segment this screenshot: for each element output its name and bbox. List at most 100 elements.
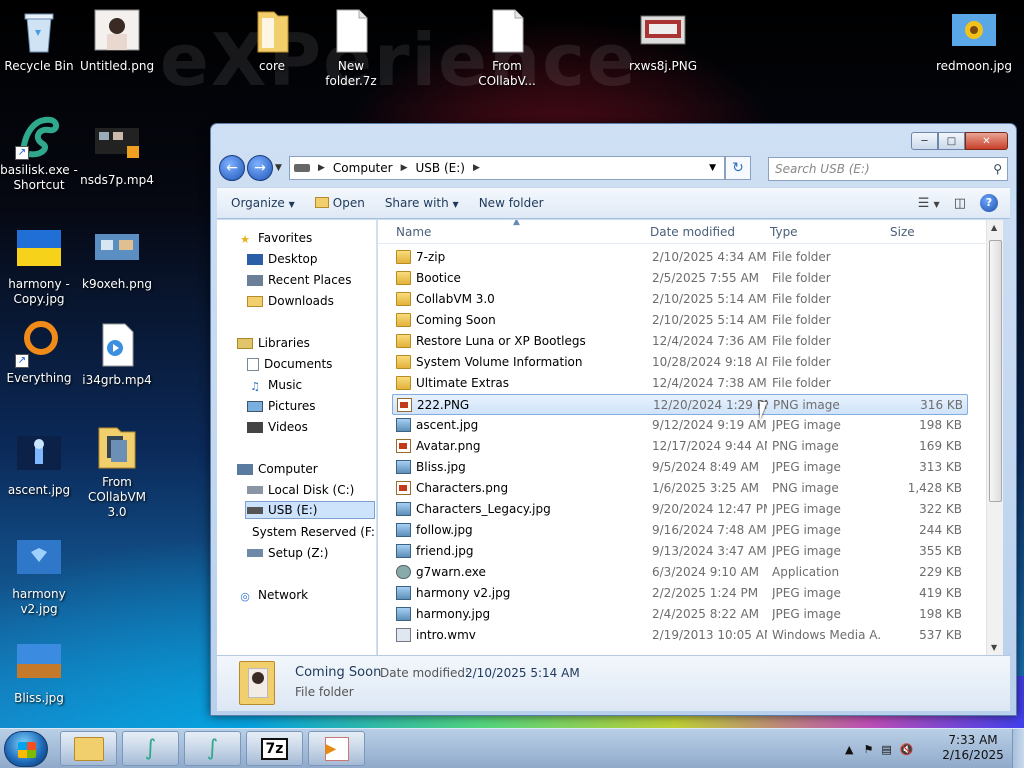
column-header-size[interactable]: Size [890, 225, 915, 239]
search-input[interactable]: Search USB (E:) ⚲ [768, 157, 1008, 181]
forward-button[interactable]: → [247, 155, 273, 181]
file-row[interactable]: Characters_Legacy.jpg 9/20/2024 12:47 PM J… [392, 499, 968, 520]
nav-recent-places[interactable]: Recent Places [247, 271, 351, 289]
chevron-right-icon[interactable]: ▶ [473, 163, 480, 173]
preview-pane-button[interactable]: ◫ [954, 196, 966, 211]
file-row[interactable]: follow.jpg 9/16/2024 7:48 AM JPEG image 244… [392, 520, 968, 541]
desktop-icon-redmoon[interactable]: redmoon.jpg [935, 8, 1013, 74]
desktop-icon-rxws8j[interactable]: rxws8j.PNG [624, 8, 702, 74]
taskbar-explorer[interactable] [60, 731, 117, 766]
nav-local-disk[interactable]: Local Disk (C:) [247, 481, 354, 499]
desktop-icon-core[interactable]: core [233, 8, 311, 74]
nav-setup[interactable]: Setup (Z:) [247, 544, 328, 562]
file-row[interactable]: System Volume Information 10/28/2024 9:18… [392, 352, 968, 373]
desktop-icon-from-collabvm[interactable]: From COllabVM 3.0 [78, 424, 156, 520]
desktop-icon-new-folder-7z[interactable]: New folder.7z [312, 8, 390, 89]
back-button[interactable]: ← [219, 155, 245, 181]
column-header-name[interactable]: Name [396, 225, 431, 239]
nav-desktop[interactable]: Desktop [247, 250, 318, 268]
nav-videos[interactable]: Videos [247, 418, 308, 436]
open-button[interactable]: Open [314, 196, 365, 210]
nav-computer[interactable]: Computer [237, 460, 318, 478]
taskbar-7zip[interactable]: 7z [246, 731, 303, 766]
file-row[interactable]: Coming Soon 2/10/2025 5:14 AM File folder [392, 310, 968, 331]
explorer-window[interactable]: ─ □ ✕ ← → ▼ ▶ Computer ▶ USB (E:) ▶ ▼ ↻ … [210, 123, 1017, 716]
share-with-button[interactable]: Share with ▼ [385, 196, 459, 210]
recent-pages-dropdown[interactable]: ▼ [275, 163, 285, 173]
file-row[interactable]: 222.PNG 12/20/2024 1:29 PM PNG image 316 KB [392, 394, 968, 415]
column-header-type[interactable]: Type [770, 225, 798, 239]
file-name: 222.PNG [417, 398, 470, 412]
file-row[interactable]: harmony.jpg 2/4/2025 8:22 AM JPEG image 198… [392, 604, 968, 625]
desktop-icon-bliss[interactable]: Bliss.jpg [0, 640, 78, 706]
image-file-icon [15, 536, 63, 584]
desktop-icon-everything[interactable]: ↗ Everything [0, 320, 78, 386]
desktop-icon-k9oxeh[interactable]: k9oxeh.png [78, 226, 156, 292]
breadcrumb[interactable]: ▶ Computer ▶ USB (E:) ▶ ▼ [289, 156, 725, 180]
nav-favorites[interactable]: ★ Favorites [237, 229, 312, 247]
chevron-right-icon[interactable]: ▶ [318, 163, 325, 173]
breadcrumb-computer[interactable]: Computer [333, 161, 393, 175]
start-button[interactable] [4, 731, 48, 767]
network-status-icon[interactable]: ▤ [881, 743, 891, 756]
taskbar-media-player[interactable]: ▶ [308, 731, 365, 766]
desktop-icon-basilisk[interactable]: ↗ basilisk.exe - Shortcut [0, 112, 78, 193]
file-row[interactable]: intro.wmv 2/19/2013 10:05 AM Windows Media… [392, 625, 968, 646]
file-list[interactable]: ▲ Name Date modified Type Size 7-zip 2/10… [378, 220, 986, 655]
nav-downloads[interactable]: Downloads [247, 292, 334, 310]
desktop-icon-harmony-v2[interactable]: harmony v2.jpg [0, 536, 78, 617]
breadcrumb-usb[interactable]: USB (E:) [416, 161, 465, 175]
maximize-button[interactable]: □ [938, 132, 965, 150]
desktop-icon-untitled[interactable]: Untitled.png [78, 8, 156, 74]
nav-documents[interactable]: Documents [247, 355, 332, 373]
nav-system-reserved[interactable]: System Reserved (F:) [247, 523, 375, 541]
scroll-down-icon[interactable]: ▼ [991, 643, 997, 652]
file-row[interactable]: Characters.png 1/6/2025 3:25 AM PNG image 1… [392, 478, 968, 499]
desktop-icon-ascent[interactable]: ascent.jpg [0, 432, 78, 498]
file-row[interactable]: harmony v2.jpg 2/2/2025 1:24 PM JPEG image… [392, 583, 968, 604]
file-row[interactable]: g7warn.exe 6/3/2024 9:10 AM Application 229… [392, 562, 968, 583]
chevron-right-icon[interactable]: ▶ [401, 163, 408, 173]
file-row[interactable]: friend.jpg 9/13/2024 3:47 AM JPEG image 355… [392, 541, 968, 562]
file-row[interactable]: Bliss.jpg 9/5/2024 8:49 AM JPEG image 313 K… [392, 457, 968, 478]
desktop-icon-label: k9oxeh.png [82, 277, 152, 291]
taskbar-basilisk-1[interactable]: ∫ [122, 731, 179, 766]
refresh-button[interactable]: ↻ [725, 156, 751, 180]
address-dropdown-icon[interactable]: ▼ [709, 163, 716, 173]
organize-button[interactable]: Organize ▼ [231, 196, 295, 210]
file-row[interactable]: Bootice 2/5/2025 7:55 AM File folder [392, 268, 968, 289]
vertical-scrollbar[interactable]: ▲ ▼ [986, 220, 1003, 655]
view-options-button[interactable]: ☰ ▼ [918, 196, 940, 211]
file-size: 198 KB [919, 607, 962, 621]
desktop-icon-from-collabv[interactable]: From COllabV... [468, 8, 546, 89]
taskbar-clock[interactable]: 7:33 AM 2/16/2025 [940, 733, 1006, 763]
close-button[interactable]: ✕ [965, 132, 1008, 150]
file-row[interactable]: Avatar.png 12/17/2024 9:44 AM PNG image 169… [392, 436, 968, 457]
file-row[interactable]: Ultimate Extras 12/4/2024 7:38 AM File fol… [392, 373, 968, 394]
nav-music[interactable]: ♫ Music [247, 376, 302, 394]
file-row[interactable]: Restore Luna or XP Bootlegs 12/4/2024 7:3… [392, 331, 968, 352]
desktop-icon-nsds7p[interactable]: nsds7p.mp4 [78, 122, 156, 188]
scrollbar-thumb[interactable] [989, 240, 1002, 502]
new-folder-button[interactable]: New folder [479, 196, 544, 210]
file-row[interactable]: CollabVM 3.0 2/10/2025 5:14 AM File folder [392, 289, 968, 310]
nav-network[interactable]: ◎ Network [237, 586, 308, 604]
column-header-date[interactable]: Date modified [650, 225, 735, 239]
desktop-icon-recycle-bin[interactable]: Recycle Bin [0, 8, 78, 74]
nav-pictures[interactable]: Pictures [247, 397, 316, 415]
show-hidden-icons-icon[interactable]: ▲ [845, 743, 853, 756]
search-icon[interactable]: ⚲ [993, 158, 1002, 180]
show-desktop-button[interactable] [1012, 729, 1024, 768]
desktop-icon-i34grb[interactable]: i34grb.mp4 [78, 322, 156, 388]
help-button[interactable]: ? [980, 194, 998, 212]
taskbar-basilisk-2[interactable]: ∫ [184, 731, 241, 766]
nav-libraries[interactable]: Libraries [237, 334, 310, 352]
minimize-button[interactable]: ─ [911, 132, 938, 150]
volume-muted-icon[interactable]: 🔇 [900, 743, 914, 756]
file-row[interactable]: 7-zip 2/10/2025 4:34 AM File folder [392, 247, 968, 268]
nav-usb[interactable]: USB (E:) [245, 501, 375, 519]
action-center-flag-icon[interactable]: ⚑ [863, 743, 873, 756]
file-row[interactable]: ascent.jpg 9/12/2024 9:19 AM JPEG image 198… [392, 415, 968, 436]
desktop-icon-harmony-copy[interactable]: harmony - Copy.jpg [0, 226, 78, 307]
scroll-up-icon[interactable]: ▲ [991, 223, 997, 232]
